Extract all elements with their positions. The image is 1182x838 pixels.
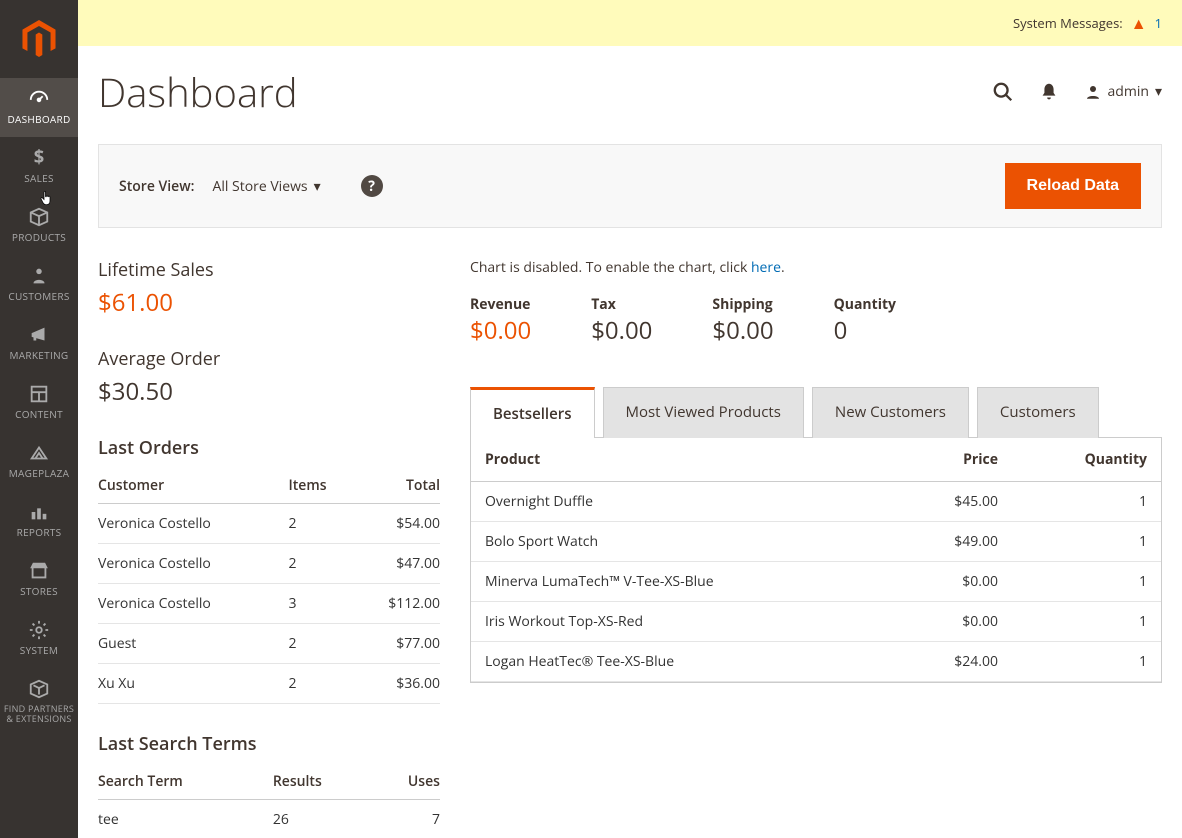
average-order-block: Average Order $30.50: [98, 347, 440, 408]
tab-most-viewed[interactable]: Most Viewed Products: [603, 387, 804, 438]
search-icon[interactable]: [992, 81, 1014, 103]
last-orders-block: Last Orders Customer Items Total Veronic…: [98, 436, 440, 704]
table-row[interactable]: Iris Workout Top-XS-Red$0.001: [471, 602, 1161, 642]
system-messages-label: System Messages:: [1013, 14, 1123, 32]
table-row[interactable]: Xu Xu2$36.00: [98, 664, 440, 704]
reload-data-button[interactable]: Reload Data: [1005, 163, 1141, 209]
chevron-down-icon: ▾: [314, 177, 321, 196]
chevron-down-icon: ▾: [1155, 82, 1162, 101]
tab-new-customers[interactable]: New Customers: [812, 387, 969, 438]
average-order-value: $30.50: [98, 375, 440, 408]
table-row[interactable]: Logan HeatTec® Tee-XS-Blue$24.001: [471, 642, 1161, 682]
kpi-row: Revenue$0.00 Tax$0.00 Shipping$0.00 Quantit…: [470, 295, 1162, 347]
table-row[interactable]: Overnight Duffle$45.001: [471, 482, 1161, 522]
store-view-bar: Store View: All Store Views ▾ ? Reload D…: [98, 144, 1162, 228]
system-messages-bar[interactable]: System Messages: ▲ 1: [78, 0, 1182, 46]
svg-text:$: $: [34, 147, 44, 169]
nav-products[interactable]: PRODUCTS: [0, 196, 78, 255]
nav-reports[interactable]: REPORTS: [0, 491, 78, 550]
table-row[interactable]: Minerva LumaTech™ V-Tee-XS-Blue$0.001: [471, 562, 1161, 602]
nav-label: CUSTOMERS: [0, 291, 78, 302]
tab-customers[interactable]: Customers: [977, 387, 1099, 438]
last-search-block: Last Search Terms Search Term Results Us…: [98, 732, 440, 838]
user-icon: [1084, 83, 1102, 101]
nav-content[interactable]: CONTENT: [0, 373, 78, 432]
nav-stores[interactable]: STORES: [0, 550, 78, 609]
nav-find-partners[interactable]: FIND PARTNERS & EXTENSIONS: [0, 668, 78, 736]
nav-label: SALES: [0, 173, 78, 184]
dashboard-tabs: Bestsellers Most Viewed Products New Cus…: [470, 387, 1162, 438]
nav-system[interactable]: SYSTEM: [0, 609, 78, 668]
nav-label: PRODUCTS: [0, 232, 78, 243]
kpi-quantity: Quantity0: [834, 295, 896, 347]
table-row[interactable]: Guest2$77.00: [98, 624, 440, 664]
nav-label: MAGEPLAZA: [0, 468, 78, 479]
store-view-label: Store View:: [119, 177, 194, 196]
account-name: admin: [1108, 82, 1149, 101]
magento-logo[interactable]: [0, 0, 78, 78]
kpi-revenue: Revenue$0.00: [470, 295, 531, 347]
tab-bestsellers[interactable]: Bestsellers: [470, 387, 595, 438]
nav-label: DASHBOARD: [0, 114, 78, 125]
page-title: Dashboard: [98, 64, 298, 119]
lifetime-sales-value: $61.00: [98, 286, 440, 319]
table-row[interactable]: Bolo Sport Watch$49.001: [471, 522, 1161, 562]
notifications-icon[interactable]: [1038, 81, 1060, 103]
warning-icon: ▲: [1131, 12, 1147, 34]
enable-chart-link[interactable]: here: [751, 258, 781, 277]
nav-label: CONTENT: [0, 409, 78, 420]
kpi-shipping: Shipping$0.00: [712, 295, 773, 347]
system-messages-count[interactable]: 1: [1155, 14, 1162, 32]
last-orders-table: Customer Items Total Veronica Costello2$…: [98, 468, 440, 704]
account-menu[interactable]: admin ▾: [1084, 82, 1162, 101]
nav-sales[interactable]: $ SALES: [0, 137, 78, 196]
lifetime-sales-block: Lifetime Sales $61.00: [98, 258, 440, 319]
chart-disabled-message: Chart is disabled. To enable the chart, …: [470, 258, 1162, 277]
nav-mageplaza[interactable]: MAGEPLAZA: [0, 432, 78, 491]
nav-marketing[interactable]: MARKETING: [0, 314, 78, 373]
bestsellers-table: Product Price Quantity Overnight Duffle$…: [471, 438, 1161, 682]
last-search-table: Search Term Results Uses tee267tank2324: [98, 764, 440, 838]
table-row[interactable]: Veronica Costello3$112.00: [98, 584, 440, 624]
store-view-select[interactable]: All Store Views ▾: [212, 177, 320, 196]
table-row[interactable]: Veronica Costello2$54.00: [98, 504, 440, 544]
nav-label: STORES: [0, 586, 78, 597]
nav-dashboard[interactable]: DASHBOARD: [0, 78, 78, 137]
nav-label: SYSTEM: [0, 645, 78, 656]
table-row[interactable]: Veronica Costello2$47.00: [98, 544, 440, 584]
table-row[interactable]: tee267: [98, 800, 440, 838]
nav-label: REPORTS: [0, 527, 78, 538]
admin-sidebar: DASHBOARD $ SALES PRODUCTS CUSTOMERS MAR…: [0, 0, 78, 838]
tab-content-bestsellers: Product Price Quantity Overnight Duffle$…: [470, 437, 1162, 683]
help-icon[interactable]: ?: [361, 175, 383, 197]
nav-label: MARKETING: [0, 350, 78, 361]
nav-label: FIND PARTNERS & EXTENSIONS: [0, 704, 78, 724]
kpi-tax: Tax$0.00: [591, 295, 652, 347]
nav-customers[interactable]: CUSTOMERS: [0, 255, 78, 314]
